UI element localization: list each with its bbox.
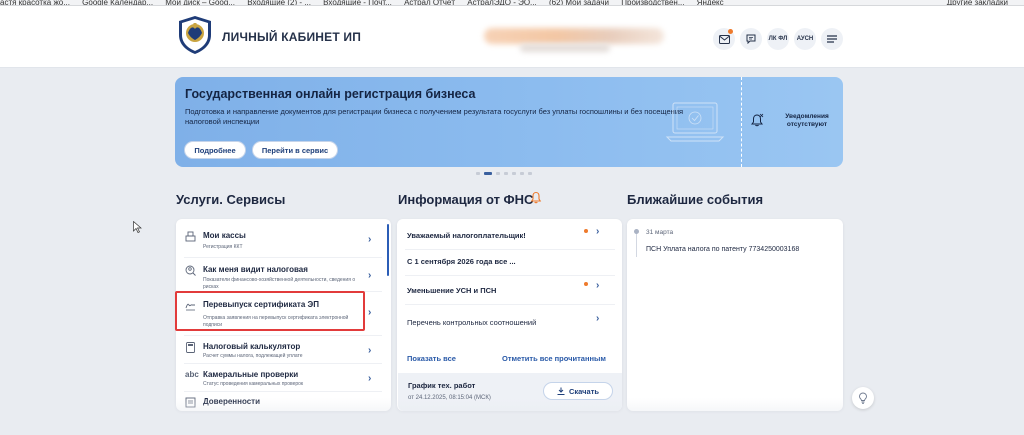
unread-badge (728, 29, 733, 34)
chevron-right-icon: › (368, 307, 372, 318)
service-item-cashboxes[interactable]: Мои кассы Регистрация ККТ › (176, 219, 391, 257)
service-title: Мои кассы (203, 231, 246, 240)
carousel-dot-active[interactable] (484, 172, 492, 175)
chevron-right-icon: › (368, 234, 372, 245)
mouse-cursor-icon (133, 221, 142, 233)
service-desc: Расчет суммы налога, подлежащей уплате (203, 353, 303, 359)
carousel-dot[interactable] (520, 172, 524, 175)
banner-description: Подготовка и направление документов для … (185, 107, 684, 126)
carousel-dots (476, 172, 532, 175)
service-item-calculator[interactable]: Налоговый калькулятор Расчет суммы налог… (176, 335, 391, 363)
chat-icon (746, 34, 756, 44)
menu-button[interactable] (821, 28, 843, 50)
service-title: Камеральные проверки (203, 370, 299, 379)
chevron-right-icon[interactable]: › (596, 226, 599, 237)
calculator-icon (186, 342, 195, 353)
carousel-dot[interactable] (476, 172, 480, 175)
notifications-panel: Уведомления отсутствуют (742, 77, 843, 167)
service-desc: Показатели финансово-хозяйственной деяте… (203, 277, 356, 290)
eye-search-icon (185, 265, 196, 276)
abc-check-icon: abc (185, 370, 199, 379)
document-icon (185, 397, 196, 408)
schedule-title: График тех. работ (408, 381, 476, 390)
user-name-blurred[interactable] (484, 28, 664, 44)
chevron-right-icon: › (368, 270, 372, 281)
services-title: Услуги. Сервисы (176, 192, 286, 207)
annotation-highlight-box (175, 291, 365, 331)
news-item[interactable]: С 1 сентября 2026 года все ... (407, 257, 516, 266)
bell-icon (530, 191, 542, 204)
events-panel: 31 марта ПСН Уплата налога по патенту 77… (627, 219, 843, 411)
schedule-date: от 24.12.2025, 08:15:04 (МСК) (408, 395, 491, 401)
show-all-link[interactable]: Показать все (407, 354, 456, 363)
fns-emblem-icon[interactable] (176, 15, 214, 55)
chevron-right-icon: › (368, 373, 372, 384)
divider (405, 249, 615, 250)
service-title: Как меня видит налоговая (203, 265, 308, 274)
carousel-dot[interactable] (496, 172, 500, 175)
mail-button[interactable] (713, 28, 735, 50)
events-title: Ближайшие события (627, 192, 764, 207)
divider (405, 275, 615, 276)
page-title[interactable]: ЛИЧНЫЙ КАБИНЕТ ИП (222, 30, 361, 44)
event-item[interactable]: ПСН Уплата налога по патенту 77342500031… (646, 246, 799, 253)
chevron-right-icon: › (368, 345, 372, 356)
divider (405, 304, 615, 305)
mail-icon (718, 34, 730, 44)
register-icon (185, 231, 196, 242)
hamburger-icon (827, 35, 837, 43)
service-desc: Регистрация ККТ (203, 244, 243, 250)
go-to-service-button[interactable]: Перейти в сервис (252, 141, 338, 159)
banner-slide: Государственная онлайн регистрация бизне… (175, 77, 742, 167)
news-item[interactable]: Уважаемый налогоплательщик! (407, 231, 526, 240)
service-title: Доверенности (203, 397, 261, 406)
user-inn-blurred (520, 44, 610, 52)
carousel-dot[interactable] (512, 172, 516, 175)
notifications-status: Уведомления отсутствуют (785, 113, 829, 128)
download-icon (557, 387, 565, 395)
maintenance-schedule: График тех. работ от 24.12.2025, 08:15:0… (398, 373, 622, 411)
carousel-dot[interactable] (504, 172, 508, 175)
news-item[interactable]: Перечень контрольных соотношений (407, 318, 536, 327)
service-item-powers-of-attorney[interactable]: Доверенности (176, 391, 391, 411)
bell-off-icon (751, 113, 764, 127)
chat-button[interactable] (740, 28, 762, 50)
chevron-right-icon[interactable]: › (596, 280, 599, 291)
download-label: Скачать (569, 386, 599, 396)
service-item-desk-audits[interactable]: abc Камеральные проверки Статус проведен… (176, 363, 391, 391)
more-button[interactable]: Подробнее (184, 141, 246, 159)
unread-dot (584, 229, 588, 233)
carousel-dot[interactable] (528, 172, 532, 175)
promo-banner: Государственная онлайн регистрация бизне… (175, 77, 843, 167)
laptop-illustration-icon (665, 102, 725, 142)
lightbulb-icon (859, 392, 867, 404)
tips-button[interactable] (852, 387, 874, 409)
service-desc: Статус проведения камеральных проверок (203, 381, 304, 387)
mark-all-read-link[interactable]: Отметить все прочитанным (502, 354, 606, 363)
event-date: 31 марта (646, 229, 674, 236)
chevron-right-icon[interactable]: › (596, 313, 599, 324)
main-content: Государственная онлайн регистрация бизне… (0, 68, 1024, 435)
timeline-dot (634, 229, 639, 234)
download-button[interactable]: Скачать (543, 382, 613, 400)
news-item[interactable]: Уменьшение УСН и ПСН (407, 286, 496, 295)
banner-title: Государственная онлайн регистрация бизне… (185, 87, 476, 101)
ausn-button[interactable]: АУСН (794, 28, 816, 50)
unread-dot (584, 282, 588, 286)
lk-fl-button[interactable]: ЛК ФЛ (767, 28, 789, 50)
fns-info-title: Информация от ФНС (398, 192, 534, 207)
site-header: ЛИЧНЫЙ КАБИНЕТ ИП ЛК ФЛ АУСН (0, 6, 1024, 68)
service-item-tax-view[interactable]: Как меня видит налоговая Показатели фина… (176, 257, 391, 291)
service-title: Налоговый калькулятор (203, 342, 301, 351)
